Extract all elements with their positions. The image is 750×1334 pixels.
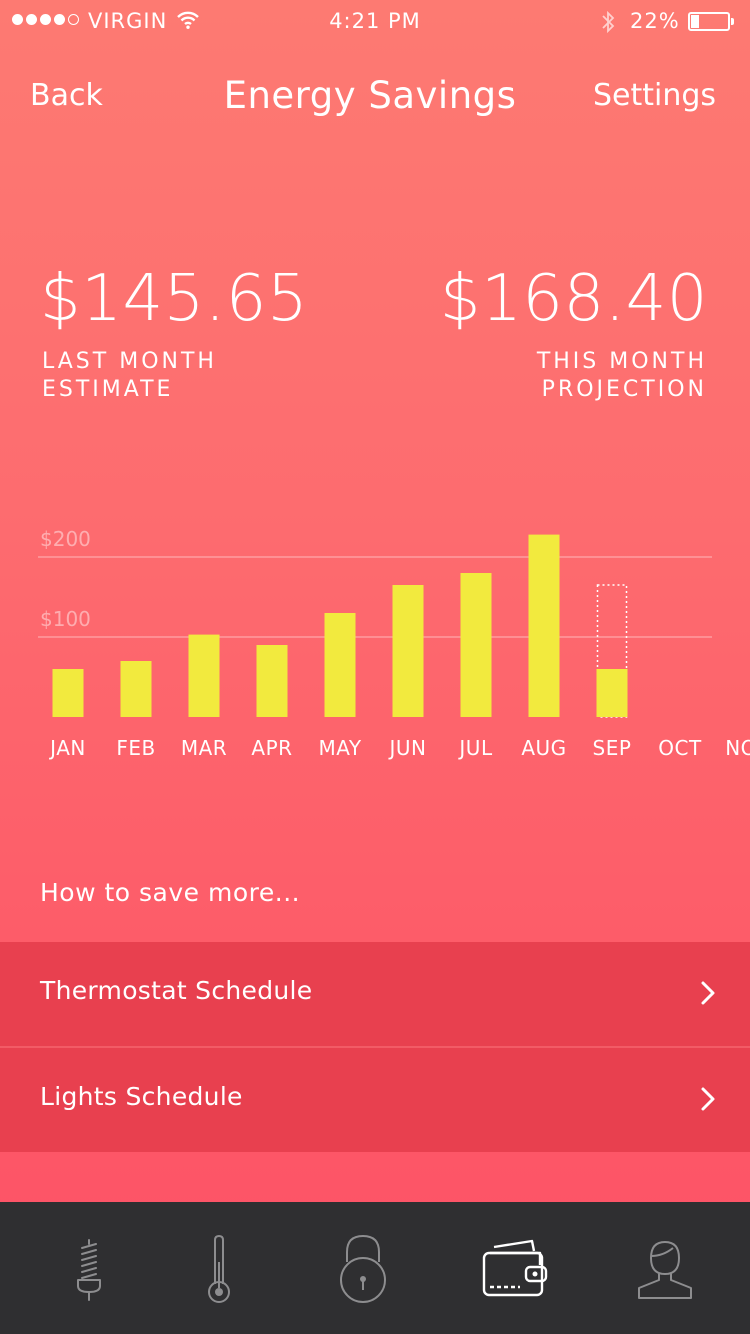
battery-tip	[731, 18, 734, 25]
bluetooth-icon	[600, 9, 616, 40]
last-month-caption-line1: LAST MONTH	[42, 349, 217, 374]
tab-profile[interactable]	[620, 1224, 710, 1314]
bar	[120, 661, 152, 717]
bar	[528, 534, 560, 717]
tab-temperature[interactable]	[174, 1224, 264, 1314]
x-tick-label: JUL	[457, 736, 493, 760]
thermostat-schedule-label: Thermostat Schedule	[40, 976, 313, 1005]
bar	[460, 573, 492, 717]
tab-security[interactable]	[318, 1224, 408, 1314]
monthly-savings-chart: $100 $200 JAN FEB MAR APR MAY JUN JUL AUG SEP OCT NO…	[38, 527, 750, 760]
bulb-icon	[77, 1239, 101, 1301]
tab-bar	[0, 1202, 750, 1334]
last-month-caption-line2: ESTIMATE	[42, 377, 174, 402]
thermometer-icon	[208, 1234, 230, 1303]
bar	[52, 669, 84, 717]
x-tick-label: MAR	[181, 736, 227, 760]
x-tick-label: NOV	[725, 736, 750, 760]
this-month-caption: THIS MONTH PROJECTION	[537, 348, 707, 404]
lock-icon	[340, 1234, 386, 1303]
chevron-right-icon	[700, 980, 716, 1010]
x-tick-label: OCT	[658, 736, 702, 760]
this-month-caption-line1: THIS MONTH	[536, 349, 707, 374]
last-month-caption: LAST MONTH ESTIMATE	[42, 348, 217, 404]
bar	[324, 613, 356, 717]
tab-lighting[interactable]	[44, 1224, 134, 1314]
lights-schedule-row[interactable]: Lights Schedule	[0, 1048, 750, 1152]
settings-button[interactable]: Settings	[593, 78, 716, 113]
x-tick-label: AUG	[521, 736, 566, 760]
bar	[392, 585, 424, 717]
bar	[188, 634, 220, 717]
y-tick-label: $200	[40, 527, 91, 551]
last-month-amount: $145.65	[40, 262, 309, 336]
x-tick-label: MAY	[318, 736, 361, 760]
tips-heading: How to save more...	[40, 878, 301, 907]
battery-icon	[688, 12, 730, 31]
status-bar: VIRGIN 4:21 PM 22%	[0, 0, 750, 44]
lights-schedule-label: Lights Schedule	[40, 1082, 243, 1111]
wallet-icon	[482, 1239, 548, 1297]
bar	[256, 645, 288, 717]
x-tick-label: FEB	[116, 736, 155, 760]
this-month-caption-line2: PROJECTION	[541, 377, 707, 402]
this-month-amount: $168.40	[439, 262, 708, 336]
tab-savings[interactable]	[470, 1224, 560, 1314]
y-tick-label: $100	[40, 607, 91, 631]
bar	[596, 669, 628, 717]
thermostat-schedule-row[interactable]: Thermostat Schedule	[0, 942, 750, 1046]
battery-level	[691, 15, 699, 28]
x-tick-label: JUN	[388, 736, 427, 760]
chevron-right-icon	[700, 1086, 716, 1116]
profile-icon	[638, 1241, 692, 1299]
x-tick-label: SEP	[593, 736, 632, 760]
x-tick-label: APR	[251, 736, 292, 760]
battery-percentage: 22%	[630, 9, 680, 33]
x-tick-label: JAN	[48, 736, 86, 760]
